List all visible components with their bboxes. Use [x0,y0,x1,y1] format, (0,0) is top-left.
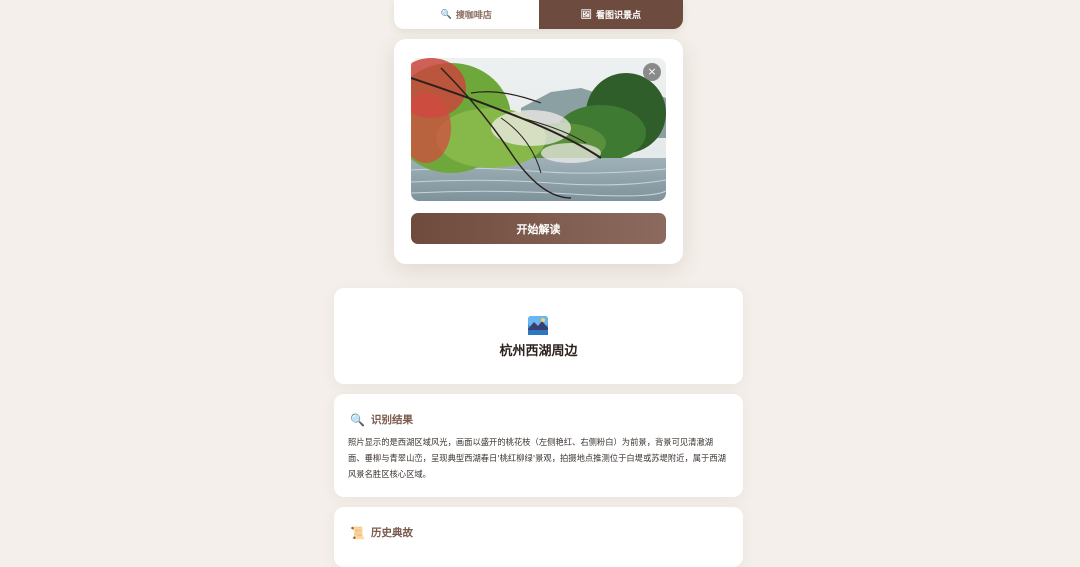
start-analysis-button[interactable]: 开始解读 [411,213,666,244]
search-icon: 🔍 [350,412,365,427]
mode-tabs: 🔍 搜咖啡店 🖼 看图识景点 [394,0,683,29]
landscape-icon [528,316,548,335]
place-title-card: 杭州西湖周边 [334,288,743,384]
close-icon[interactable]: × [643,63,661,81]
history-heading: 📜 历史典故 [350,525,413,540]
history-card: 📜 历史典故 [334,507,743,567]
scroll-icon: 📜 [350,525,365,540]
result-heading-label: 识别结果 [370,414,413,426]
search-icon: 🔍 [440,9,452,20]
tab-label: 看图识景点 [595,11,641,21]
result-text: 照片显示的是西湖区域风光，画面以盛开的桃花枝（左侧艳红、右侧粉白）为前景，背景可… [348,437,726,479]
result-card: 🔍 识别结果 照片显示的是西湖区域风光，画面以盛开的桃花枝（左侧艳红、右侧粉白）… [334,394,743,497]
upload-card: × 开始解读 [394,39,683,264]
picture-icon: 🖼 [580,9,592,20]
tab-label: 搜咖啡店 [455,11,492,21]
uploaded-photo [411,58,666,201]
history-heading-label: 历史典故 [370,527,413,539]
result-heading: 🔍 识别结果 [350,412,413,427]
tab-identify-landmark[interactable]: 🖼 看图识景点 [538,0,683,29]
place-title: 杭州西湖周边 [499,344,578,359]
tab-search-cafe[interactable]: 🔍 搜咖啡店 [394,0,539,29]
